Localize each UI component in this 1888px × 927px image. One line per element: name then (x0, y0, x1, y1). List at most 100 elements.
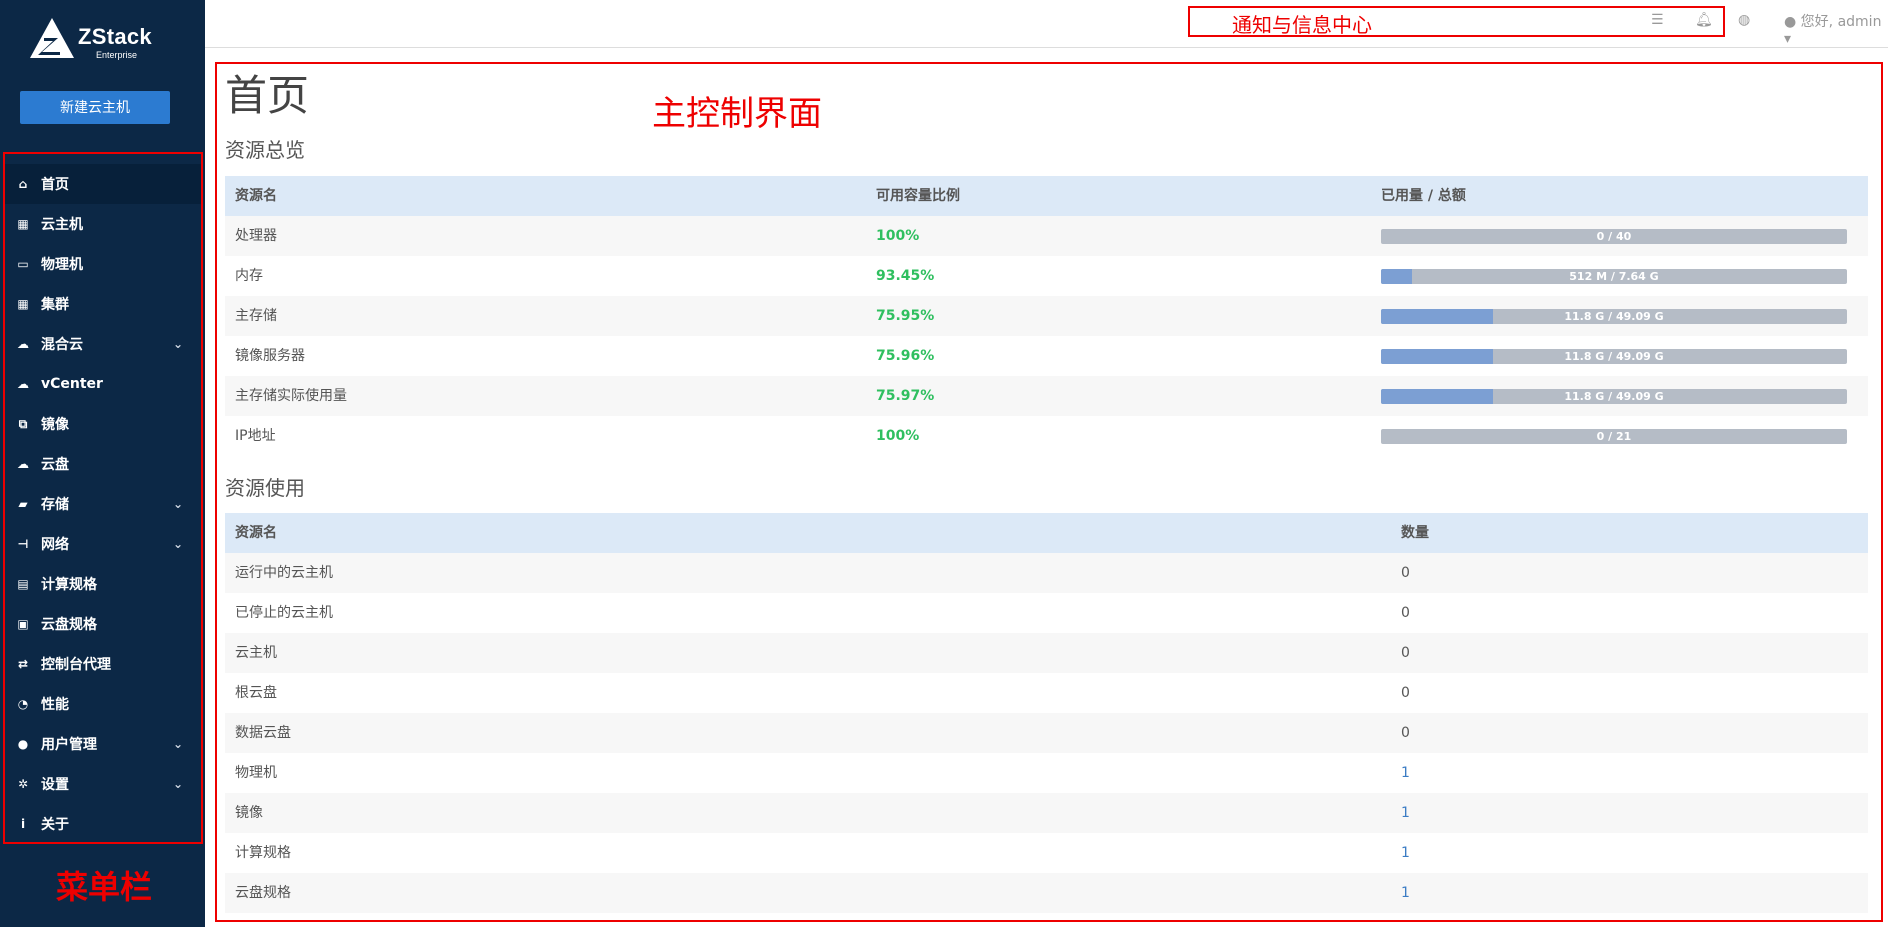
chevron-down-icon: ⌄ (173, 497, 184, 511)
dashboard-icon: ◔ (17, 697, 29, 711)
menu-annotation-caption: 菜单栏 (56, 868, 153, 906)
info-icon: i (20, 817, 26, 831)
sidebar-item[interactable]: ▦ 云主机 (5, 204, 201, 244)
new-vm-button[interactable]: 新建云主机 (20, 91, 170, 124)
sidebar-item[interactable]: ▤ 计算规格 (5, 564, 201, 604)
usage-progress-bar: 11.8 G / 49.09 G (1381, 389, 1847, 404)
sidebar-item[interactable]: ⊣ 网络 ⌄ (5, 524, 201, 564)
usage-progress-bar: 512 M / 7.64 G (1381, 269, 1847, 284)
resource-name: 镜像服务器 (235, 348, 305, 364)
resource-count: 0 (1401, 645, 1410, 661)
user-menu[interactable]: ● 您好, admin ▾ (1784, 11, 1888, 47)
sidebar-item[interactable]: ☁ 云盘 (5, 444, 201, 484)
sidebar-item[interactable]: ◔ 性能 (5, 684, 201, 724)
sidebar-item-label: 关于 (41, 817, 69, 833)
cluster-icon: ▦ (17, 297, 29, 311)
table-row: 云主机 0 (225, 633, 1868, 673)
sidebar-item[interactable]: ☁ 混合云 ⌄ (5, 324, 201, 364)
sidebar-item-label: 云主机 (41, 217, 83, 233)
usage-progress-bar: 0 / 40 (1381, 229, 1847, 244)
usage-progress-label: 11.8 G / 49.09 G (1564, 310, 1664, 323)
disk-spec-icon: ▣ (17, 617, 29, 631)
sidebar-item[interactable]: ▦ 集群 (5, 284, 201, 324)
usage-progress-label: 11.8 G / 49.09 G (1564, 350, 1664, 363)
column-header[interactable]: 可用容量比例 (876, 176, 960, 216)
sidebar-item-label: vCenter (41, 376, 103, 392)
available-ratio: 100% (876, 428, 920, 444)
usage-progress-label: 0 / 21 (1596, 430, 1632, 443)
sidebar-item[interactable]: ● 用户管理 ⌄ (5, 724, 201, 764)
resource-name: 主存储实际使用量 (235, 388, 347, 404)
table-row: 根云盘 0 (225, 673, 1868, 713)
resource-name: 镜像 (235, 805, 263, 821)
resource-name: 数据云盘 (235, 725, 291, 741)
sidebar-item-label: 控制台代理 (41, 657, 111, 673)
available-ratio: 75.96% (876, 348, 935, 364)
table-header-row: 资源名 数量 (225, 513, 1868, 553)
table-row: 处理器 100% 0 / 40 (225, 216, 1868, 256)
resource-name: 云盘规格 (235, 885, 291, 901)
calculator-icon: ▤ (17, 577, 29, 591)
sidebar-item[interactable]: ▭ 物理机 (5, 244, 201, 284)
table-row: 内存 93.45% 512 M / 7.64 G (225, 256, 1868, 296)
resource-name: 主存储 (235, 308, 277, 324)
resource-count: 0 (1401, 685, 1410, 701)
sidebar-item-label: 混合云 (41, 337, 83, 353)
usage-progress-label: 0 / 40 (1596, 230, 1632, 243)
available-ratio: 93.45% (876, 268, 935, 284)
sidebar-item[interactable]: ⧉ 镜像 (5, 404, 201, 444)
resource-name: 内存 (235, 268, 263, 284)
table-row: 数据云盘 0 (225, 713, 1868, 753)
resource-count[interactable]: 1 (1401, 753, 1410, 793)
resource-name: 云主机 (235, 645, 277, 661)
resource-name: 运行中的云主机 (235, 565, 333, 581)
grid-icon: ▦ (17, 217, 29, 231)
sidebar-item-label: 存储 (41, 497, 69, 513)
sidebar-item[interactable]: ✲ 设置 ⌄ (5, 764, 201, 804)
available-ratio: 75.97% (876, 388, 935, 404)
resource-count: 0 (1401, 725, 1410, 741)
chevron-down-icon: ⌄ (173, 777, 184, 791)
list-icon[interactable]: ☰ (1651, 12, 1664, 28)
sidebar-item-label: 用户管理 (41, 737, 97, 753)
sidebar-item-label: 云盘 (41, 457, 69, 473)
table-row: IP地址 100% 0 / 21 (225, 416, 1868, 456)
sidebar-item-label: 云盘规格 (41, 617, 97, 633)
sidebar-item[interactable]: ▰ 存储 ⌄ (5, 484, 201, 524)
resource-name: 处理器 (235, 228, 277, 244)
column-header[interactable]: 数量 (1401, 513, 1429, 553)
column-header[interactable]: 资源名 (235, 513, 277, 553)
chevron-down-icon: ▾ (1784, 31, 1792, 47)
table-row: 云盘规格 1 (225, 873, 1868, 913)
usage-progress-bar: 11.8 G / 49.09 G (1381, 349, 1847, 364)
table-header-row: 资源名 可用容量比例 已用量 / 总额 (225, 176, 1868, 216)
column-header[interactable]: 已用量 / 总额 (1381, 176, 1466, 216)
sidebar-item[interactable]: ▣ 云盘规格 (5, 604, 201, 644)
zstack-logo[interactable]: ZStack Enterprise (28, 16, 168, 64)
table-row: 主存储 75.95% 11.8 G / 49.09 G (225, 296, 1868, 336)
resource-count[interactable]: 1 (1401, 793, 1410, 833)
table-row: 主存储实际使用量 75.97% 11.8 G / 49.09 G (225, 376, 1868, 416)
page-title: 首页 (225, 71, 310, 120)
sidebar-item[interactable]: ☁ vCenter (5, 364, 201, 404)
resource-count[interactable]: 1 (1401, 873, 1410, 913)
resource-name: 根云盘 (235, 685, 277, 701)
resource-count[interactable]: 1 (1401, 833, 1410, 873)
usage-progress-bar: 0 / 21 (1381, 429, 1847, 444)
notification-annotation-caption: 通知与信息中心 (1232, 13, 1372, 37)
home-icon: ⌂ (18, 177, 28, 191)
sidebar-item[interactable]: i 关于 (5, 804, 201, 844)
table-row: 物理机 1 (225, 753, 1868, 793)
bell-icon[interactable]: 🔔︎ (1695, 12, 1713, 28)
sidebar-item[interactable]: ⌂ 首页 (5, 164, 201, 204)
usage-progress-bar: 11.8 G / 49.09 G (1381, 309, 1847, 324)
globe-icon[interactable]: ◍ (1738, 12, 1750, 28)
user-greeting: 您好, admin (1800, 14, 1882, 30)
network-icon: ⊣ (17, 537, 29, 551)
sidebar-item[interactable]: ⇄ 控制台代理 (5, 644, 201, 684)
cloud-disk-icon: ☁ (17, 457, 29, 471)
column-header[interactable]: 资源名 (235, 176, 277, 216)
storage-icon: ▰ (18, 497, 28, 511)
available-ratio: 75.95% (876, 308, 935, 324)
resource-name: 计算规格 (235, 845, 291, 861)
